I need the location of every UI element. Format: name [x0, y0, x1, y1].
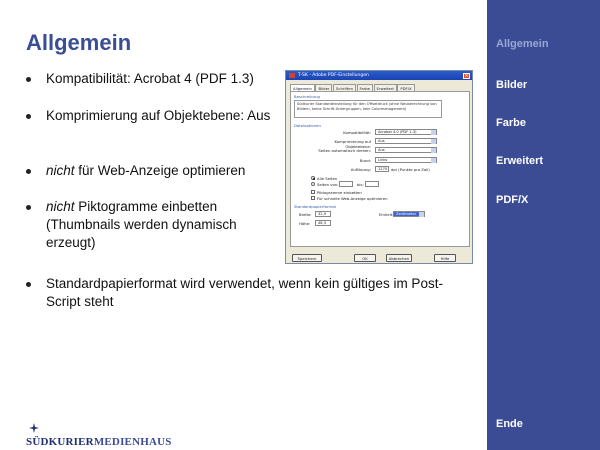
thumbnails-label: Piktogramme einbetten	[317, 190, 362, 195]
chevron-down-icon	[431, 148, 436, 153]
logo: SÜDKURIERMEDIENHAUS	[26, 436, 172, 448]
slide-title: Allgemein	[26, 30, 132, 55]
bullet-rest: Piktogramme einbetten (Thumbnails werden…	[46, 199, 237, 250]
width-label: Breite:	[299, 212, 312, 217]
bullet-emphasis: nicht	[46, 163, 75, 178]
rotate-value: Aus	[378, 148, 385, 152]
tab-farbe: Farbe	[356, 84, 373, 91]
all-pages-radio	[311, 176, 315, 180]
bullet-item: nicht Piktogramme einbetten (Thumbnails …	[26, 198, 286, 252]
file-options-group-label: Dateioptionen	[294, 123, 321, 128]
tab-schriften: Schriften	[332, 84, 357, 91]
bullet-dot	[26, 77, 31, 82]
sidebar-item-allgemein[interactable]: Allgemein	[496, 38, 549, 50]
sidebar-item-bilder[interactable]: Bilder	[496, 79, 527, 91]
compat-value: Acrobat 4.0 (PDF 1.3)	[378, 130, 417, 134]
height-input: 48,3	[315, 220, 331, 226]
tab-allgemein: Allgemein	[290, 84, 315, 91]
tab-pdfx: PDF/X	[397, 84, 415, 91]
pages-range-radio	[311, 182, 315, 186]
dialog-title: T-SK - Adobe PDF-Einstellungen	[298, 73, 369, 78]
logo-part-1: SÜDKURIER	[26, 436, 94, 448]
pdf-settings-dialog-screenshot: T-SK - Adobe PDF-Einstellungen × Allgeme…	[285, 70, 473, 264]
sidebar-item-erweitert[interactable]: Erweitert	[496, 155, 543, 167]
web-optimize-label: Für schnelle Web-Anzeige optimieren	[317, 196, 388, 201]
bullet-item: nicht für Web-Anzeige optimieren	[26, 162, 286, 180]
pages-from-input	[339, 181, 353, 187]
rotate-select: Aus	[375, 147, 437, 153]
sidebar-item-ende[interactable]: Ende	[496, 418, 523, 430]
unit-value: Zentimeter	[396, 212, 417, 216]
paper-group-label: Standardpapierformat	[294, 204, 337, 209]
unit-label: Einheit:	[379, 212, 394, 217]
ok-button: OK	[354, 254, 376, 262]
resolution-label: Auflösung:	[350, 167, 371, 172]
sidebar-item-farbe[interactable]: Farbe	[496, 117, 526, 129]
bullet-dot	[26, 114, 31, 119]
compression-value: Aus	[378, 139, 385, 143]
binding-value: Links	[378, 158, 388, 162]
thumbnails-checkbox	[311, 190, 315, 194]
save-as-button: Speichern unter...	[292, 254, 322, 262]
cancel-button: Abbrechen	[386, 254, 412, 262]
dialog-titlebar: T-SK - Adobe PDF-Einstellungen ×	[286, 71, 472, 80]
width-input: 32,9	[315, 211, 331, 217]
logo-emblem-icon	[29, 423, 39, 433]
resolution-input: 1270	[375, 166, 389, 172]
bullet-text: Standardpapierformat wird verwendet, wen…	[46, 276, 443, 309]
tab-bilder: Bilder	[315, 84, 333, 91]
binding-label: Bund:	[359, 158, 371, 163]
all-pages-label: Alle Seiten	[317, 176, 338, 181]
sidebar: Allgemein Bilder Farbe Erweitert PDF/X E…	[487, 0, 600, 450]
bullet-item: Komprimierung auf Objektebene: Aus	[26, 107, 286, 125]
bullet-emphasis: nicht	[46, 199, 75, 214]
chevron-down-icon	[431, 139, 436, 144]
web-optimize-checkbox	[311, 196, 315, 200]
resolution-unit: dpi (Punkte pro Zoll)	[391, 167, 430, 172]
description-text: Südkurier Standardeinstellung für den Of…	[294, 100, 442, 118]
bullet-dot	[26, 282, 31, 287]
bullet-text: nicht Piktogramme einbetten (Thumbnails …	[46, 198, 286, 252]
acrobat-icon	[289, 73, 295, 78]
help-button: Hilfe	[434, 254, 456, 262]
unit-select: Zentimeter	[393, 211, 425, 217]
logo-part-2: MEDIENHAUS	[93, 436, 172, 448]
chevron-down-icon	[431, 158, 436, 163]
bullet-item: Standardpapierformat wird verwendet, wen…	[26, 275, 476, 311]
tab-erweitert: Erweitert	[373, 84, 397, 91]
sidebar-item-pdfx[interactable]: PDF/X	[496, 194, 528, 206]
binding-select: Links	[375, 157, 437, 163]
chevron-down-icon	[431, 130, 436, 135]
pages-to-input	[365, 181, 379, 187]
bullet-item: Kompatibilität: Acrobat 4 (PDF 1.3)	[26, 70, 286, 88]
rotate-label: Seiten automatisch drehen:	[318, 148, 371, 153]
bullet-text: Kompatibilität: Acrobat 4 (PDF 1.3)	[46, 71, 254, 86]
bullet-text: Komprimierung auf Objektebene: Aus	[46, 108, 271, 123]
compression-select: Aus	[375, 138, 437, 144]
pages-to-label: bis:	[357, 182, 364, 187]
close-icon: ×	[463, 72, 470, 79]
bullet-text: nicht für Web-Anzeige optimieren	[46, 162, 286, 180]
compat-label: Kompatibilität:	[343, 130, 371, 135]
height-label: Höhe:	[299, 221, 311, 226]
bullet-dot	[26, 205, 31, 210]
dialog-tabs: Allgemein Bilder Schriften Farbe Erweite…	[290, 84, 415, 91]
compat-select: Acrobat 4.0 (PDF 1.3)	[375, 129, 437, 135]
chevron-down-icon	[419, 212, 424, 217]
pages-from-label: Seiten von:	[317, 182, 339, 187]
description-group-label: Beschreibung	[294, 94, 320, 99]
dialog-panel: Beschreibung Südkurier Standardeinstellu…	[290, 91, 470, 247]
bullet-dot	[26, 169, 31, 174]
bullet-rest: für Web-Anzeige optimieren	[74, 163, 246, 178]
